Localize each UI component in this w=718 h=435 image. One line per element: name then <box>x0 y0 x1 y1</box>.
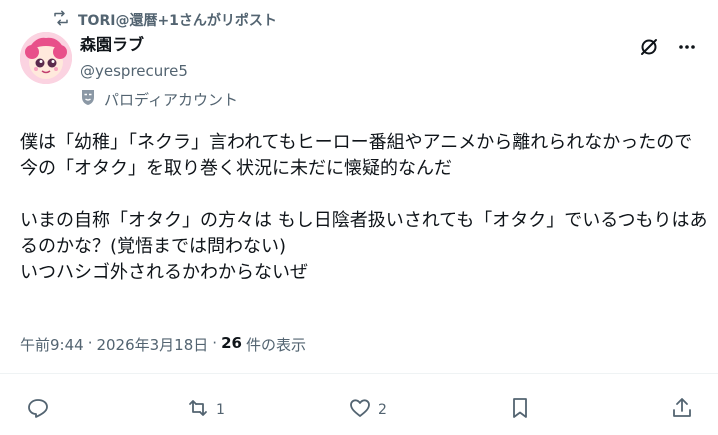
repost-icon <box>186 396 210 424</box>
user-handle[interactable]: @yesprecure5 <box>80 60 188 82</box>
author-info[interactable]: 森園ラブ @yesprecure5 <box>80 34 188 82</box>
reply-icon <box>26 396 50 424</box>
like-button[interactable]: 2 <box>348 396 387 424</box>
repost-count: 1 <box>216 402 225 418</box>
action-bar: 1 2 <box>0 390 718 426</box>
mask-icon <box>80 88 96 110</box>
repost-banner[interactable]: TORI@還暦+1さんがリポスト <box>52 9 277 31</box>
tweet-meta: 午前9:44 · 2026年3月18日 · 26 件の表示 <box>20 334 306 355</box>
display-name[interactable]: 森園ラブ <box>80 34 188 56</box>
parody-label: パロディアカウント <box>80 88 238 110</box>
parody-label-text: パロディアカウント <box>104 90 238 109</box>
share-icon <box>670 396 694 424</box>
bookmark-button[interactable] <box>508 396 532 424</box>
heart-icon <box>348 396 372 424</box>
views-count: 26 <box>221 334 242 352</box>
repost-icon <box>52 9 70 31</box>
reply-button[interactable] <box>26 396 50 424</box>
meta-separator: · <box>212 334 218 352</box>
tweet-time[interactable]: 午前9:44 <box>20 334 84 355</box>
more-icon[interactable] <box>676 36 698 58</box>
views-label: 件の表示 <box>245 336 306 354</box>
divider <box>0 373 718 374</box>
tweet-text: 僕は「幼稚」「ネクラ」言われてもヒーロー番組やアニメから離れられなかったので 今… <box>20 132 708 283</box>
tweet-date[interactable]: 2026年3月18日 <box>96 334 208 355</box>
share-button[interactable] <box>670 396 694 424</box>
repost-banner-text: TORI@還暦+1さんがリポスト <box>78 13 277 29</box>
grok-icon[interactable] <box>638 36 660 58</box>
avatar[interactable] <box>20 32 72 84</box>
meta-separator: · <box>87 334 93 352</box>
repost-button[interactable]: 1 <box>186 396 225 424</box>
bookmark-icon <box>508 396 532 424</box>
like-count: 2 <box>378 402 387 418</box>
